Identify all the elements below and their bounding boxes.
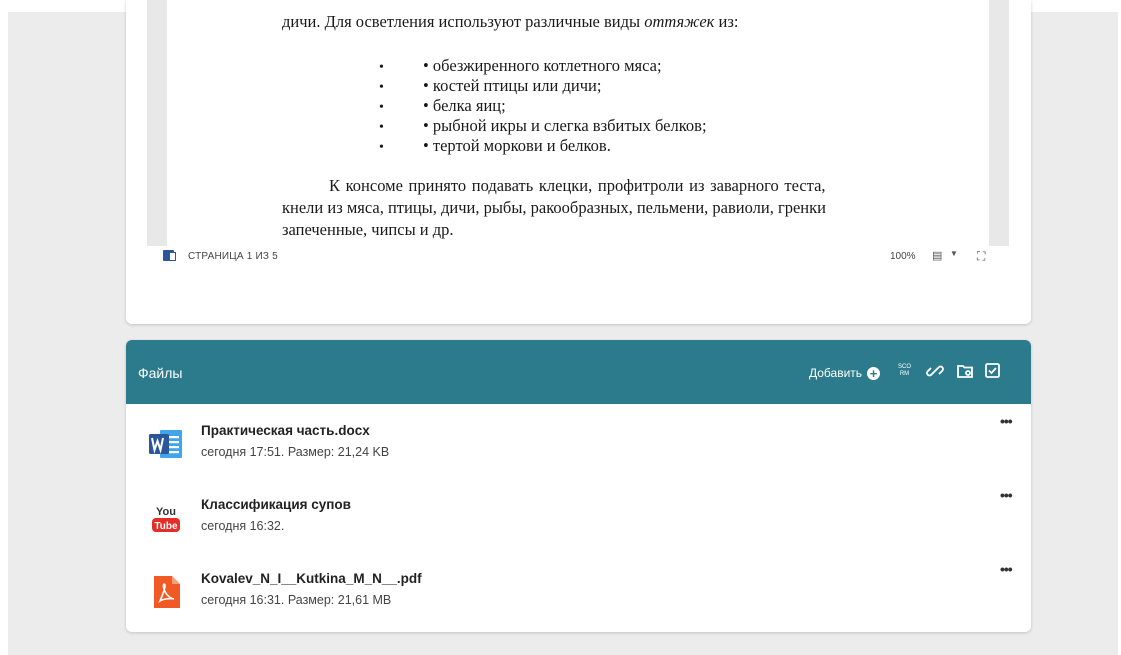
more-options-button[interactable]: ••• <box>1000 487 1013 503</box>
scorm-label-bottom: RM <box>899 371 910 377</box>
bullet-marker: • <box>379 60 384 75</box>
document-viewer[interactable]: дичи. Для осветления используют различны… <box>147 0 1009 246</box>
svg-text:Tube: Tube <box>154 521 178 532</box>
bullet-item: • тертой моркови и белков. <box>423 136 611 155</box>
add-file-button[interactable]: Добавить + <box>809 364 881 382</box>
file-name[interactable]: Kovalev_N_I__Kutkina_M_N__.pdf <box>201 571 422 586</box>
file-meta: сегодня 16:32. <box>201 519 285 533</box>
page-indicator: СТРАНИЦА 1 ИЗ 5 <box>188 251 278 262</box>
fit-screen-icon[interactable]: ⛶ <box>977 249 985 264</box>
bullet-item: • обезжиренного котлетного мяса; <box>423 56 662 75</box>
file-name[interactable]: Практическая часть.docx <box>201 423 370 438</box>
files-header: Файлы Добавить + SCO RM <box>126 340 1031 404</box>
paragraph-line: кнели из мяса, птицы, дичи, рыбы, ракооб… <box>282 198 826 217</box>
chevron-down-icon[interactable]: ▼ <box>950 249 958 258</box>
zoom-level[interactable]: 100% <box>890 251 916 262</box>
files-panel: Файлы Добавить + SCO RM Практическая час… <box>126 340 1031 632</box>
bullet-marker: • <box>379 80 384 95</box>
svg-text:You: You <box>156 506 176 518</box>
file-item[interactable]: Практическая часть.docx сегодня 17:51. Р… <box>126 404 1031 478</box>
plus-circle-icon: + <box>867 366 881 380</box>
more-options-button[interactable]: ••• <box>1000 413 1013 429</box>
more-options-button[interactable]: ••• <box>1000 561 1013 577</box>
pdf-icon <box>154 576 180 608</box>
document-line: дичи. Для осветления используют различны… <box>282 12 739 31</box>
add-link-icon[interactable] <box>926 362 944 385</box>
document-page: дичи. Для осветления используют различны… <box>167 0 989 246</box>
document-status-bar: СТРАНИЦА 1 ИЗ 5 100% ▤ ▼ ⛶ <box>147 246 1009 268</box>
bullet-marker: • <box>379 100 384 115</box>
scorm-icon[interactable]: SCO RM <box>898 364 911 378</box>
bullet-item: • рыбной икры и слегка взбитых белков; <box>423 116 707 135</box>
scorm-label-top: SCO <box>898 364 912 370</box>
paragraph-line: запеченные, чипсы и др. <box>282 220 454 239</box>
word-app-icon <box>163 250 176 261</box>
add-label: Добавить <box>809 366 863 380</box>
bullet-item: • белка яиц; <box>423 96 506 115</box>
select-checkbox-icon[interactable] <box>984 362 1001 384</box>
view-mode-icon[interactable]: ▤ <box>932 249 942 262</box>
paragraph-line: К консоме принято подавать клецки, профи… <box>329 176 826 195</box>
file-item[interactable]: Kovalev_N_I__Kutkina_M_N__.pdf сегодня 1… <box>126 552 1031 626</box>
file-meta: сегодня 17:51. Размер: 21,24 KB <box>201 445 390 459</box>
files-title: Файлы <box>138 365 183 381</box>
bullet-item: • костей птицы или дичи; <box>423 76 602 95</box>
file-meta: сегодня 16:31. Размер: 21,61 MB <box>201 593 392 607</box>
bullet-marker: • <box>379 140 384 155</box>
bullet-marker: • <box>379 120 384 135</box>
folder-settings-icon[interactable] <box>956 362 974 385</box>
youtube-icon: You Tube <box>152 506 180 532</box>
word-doc-icon <box>149 430 182 458</box>
file-name[interactable]: Классификация супов <box>201 497 351 512</box>
file-item[interactable]: You Tube Классификация супов сегодня 16:… <box>126 478 1031 552</box>
